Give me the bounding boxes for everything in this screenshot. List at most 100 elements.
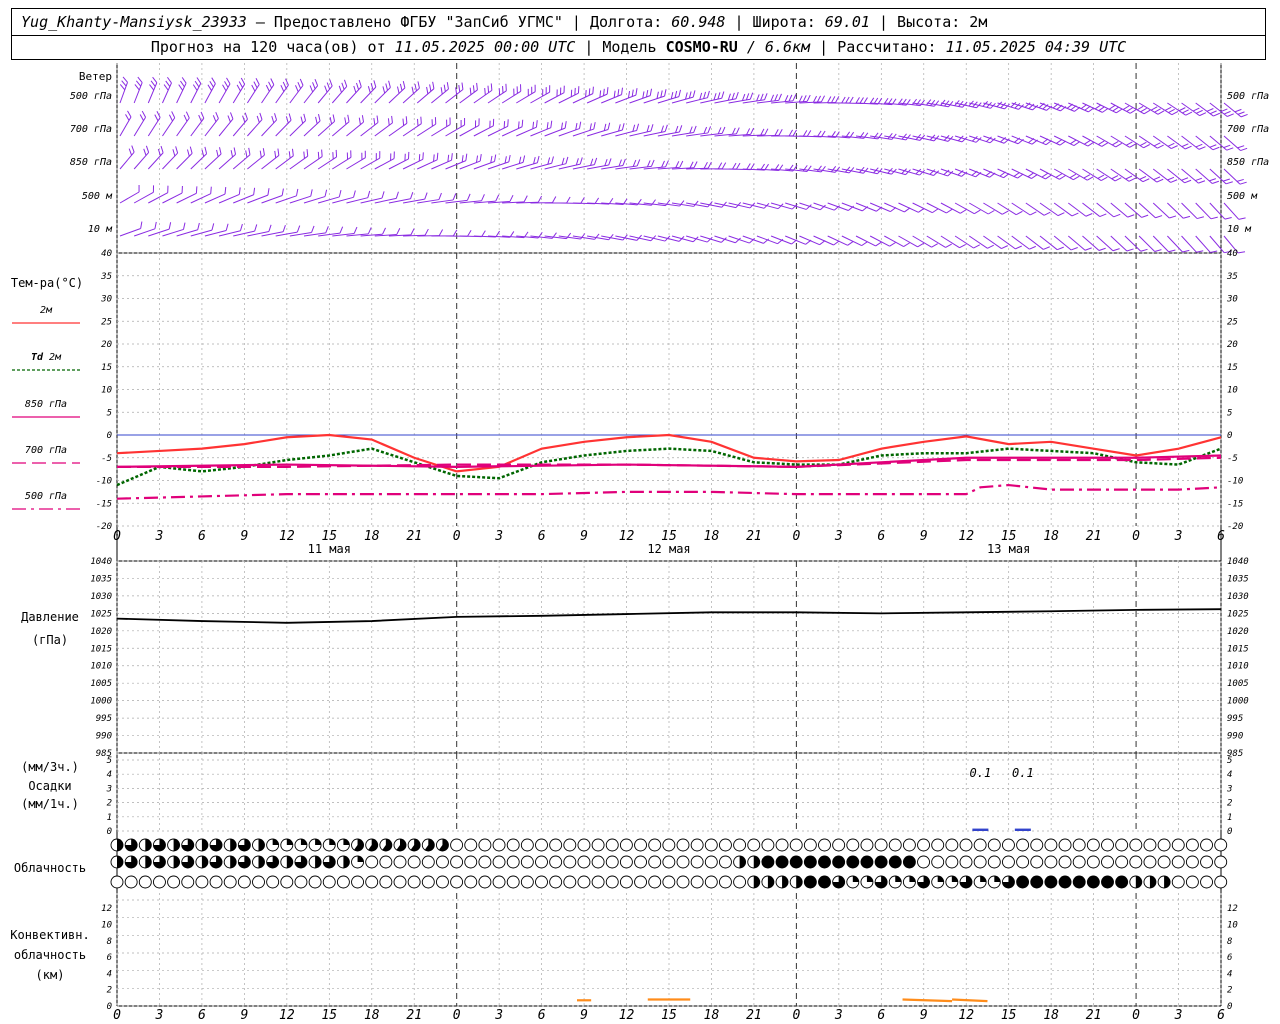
wind-barb-shaft: [176, 82, 187, 104]
wind-barb-flag: [353, 226, 358, 234]
wind-barb-flag: [1115, 142, 1123, 148]
wind-barb-flag: [211, 77, 216, 84]
wind-barb-flag: [1196, 109, 1203, 114]
cloud-cover-fill: [1073, 876, 1086, 888]
wind-barb-flag: [426, 86, 429, 94]
cloud-cover-circle: [450, 875, 464, 889]
wind-barb-shaft: [204, 83, 216, 104]
wind-barb-flag: [973, 244, 980, 249]
cloud-cover-circle: [690, 855, 704, 869]
wind-barb-flag: [1116, 108, 1123, 114]
x-hour-label: 6: [1217, 529, 1225, 544]
x-hour-label: 6: [538, 529, 546, 544]
cloud-cover-fill: [846, 856, 859, 868]
temperature-ytick-left: 40: [101, 249, 112, 259]
wind-barb-flag: [1183, 215, 1191, 219]
cloud-cover-circle: [577, 875, 591, 889]
wind-barb-shaft: [147, 82, 158, 104]
wind-barb-flag: [461, 155, 464, 163]
cloud-cover-fill: [937, 876, 944, 882]
wind-barb-flag: [689, 161, 694, 169]
wind-barb-flag: [432, 81, 435, 89]
wind-barb-flag: [1139, 175, 1147, 180]
cloud-cover-fill: [739, 856, 746, 868]
wind-barb-shaft: [388, 122, 408, 137]
cloud-cover-circle: [634, 855, 647, 869]
cloud-cover-circle: [492, 855, 506, 869]
wind-barb-flag: [735, 91, 739, 99]
wind-barb-flag: [650, 124, 654, 132]
x-hour-label: 0: [792, 1008, 800, 1023]
wind-barb-shaft: [1011, 235, 1030, 250]
cloud-cover-circle: [280, 875, 294, 889]
wind-barb-flag: [575, 122, 578, 131]
cloud-cover-fill: [145, 839, 152, 851]
wind-barb-flag: [128, 148, 133, 156]
pressure-ytick-left: 1010: [90, 662, 112, 672]
cloud-cover-fill: [767, 876, 774, 888]
wind-barb-flag: [674, 90, 678, 98]
wind-barb-flag: [211, 223, 215, 231]
cloud-cover-circle: [733, 838, 747, 852]
x-hour-label: 9: [580, 1008, 588, 1023]
wind-barb-flag: [551, 156, 554, 164]
wind-barb-flag: [679, 160, 684, 168]
wind-barb-flag: [1239, 181, 1247, 185]
cloud-cover-circle: [803, 838, 817, 852]
x-hour-label: 18: [1043, 1008, 1059, 1023]
meteogram: 0.1 0.1 Ветер Тем-ра(°C) Давление (гПа) (…: [10, 63, 1269, 1023]
pressure-ytick-right: 1005: [1227, 679, 1249, 689]
wind-barb-flag: [1070, 139, 1077, 145]
cloud-cover-circle: [719, 838, 732, 852]
cloud-cover-fill: [329, 839, 336, 845]
wind-level-label-right: 10 м: [1227, 224, 1252, 235]
pressure-ytick-left: 1020: [90, 627, 112, 637]
wind-barb-flag: [197, 222, 200, 230]
cloud-cover-circle: [1171, 875, 1185, 889]
wind-barb-flag: [248, 147, 251, 155]
wind-barb-flag: [253, 187, 256, 195]
cloud-cover-fill: [1164, 876, 1171, 888]
x-hour-label: 15: [661, 1008, 677, 1023]
wind-barb-flag: [433, 154, 435, 162]
wind-barb-shaft: [119, 151, 135, 170]
cloud-cover-circle: [266, 875, 280, 889]
cloud-cover-circle: [535, 855, 548, 869]
wind-barb-flag: [606, 87, 609, 95]
wind-barb-flag: [196, 77, 202, 84]
wind-barb-flag: [291, 148, 294, 156]
cloud-cover-circle: [917, 838, 930, 852]
cloud-cover-fill: [173, 856, 180, 868]
wind-barb-flag: [670, 92, 674, 100]
lat-value: 69.01: [824, 13, 870, 31]
cloud-cover-fill: [1030, 876, 1043, 888]
wind-barb-flag: [329, 79, 333, 87]
wind-barb-flag: [1108, 104, 1116, 110]
wind-barb-flag: [1199, 112, 1207, 117]
cloud-cover-circle: [365, 875, 379, 889]
wind-barb-flag: [210, 186, 212, 194]
cloud-cover-circle: [704, 875, 718, 889]
wind-barb-flag: [1142, 178, 1150, 183]
wind-barb-shaft: [261, 155, 280, 170]
wind-barb-flag: [635, 88, 638, 96]
wind-barb-flag: [181, 77, 187, 84]
wind-barb-flag: [533, 156, 536, 165]
wind-barb-flag: [1057, 212, 1065, 217]
wind-barb-flag: [141, 110, 147, 118]
convective-ytick-right: 10: [1227, 920, 1238, 930]
wind-barb-flag: [770, 94, 775, 102]
cloud-cover-fill: [753, 876, 760, 888]
wind-barb-flag: [361, 115, 365, 123]
wind-barb-flag: [154, 114, 159, 122]
x-hour-label: 18: [364, 1008, 380, 1023]
wind-barb-shaft: [1068, 202, 1087, 217]
temperature-ytick-left: 35: [100, 272, 112, 282]
cloud-cover-fill: [796, 876, 803, 888]
x-hour-label: 0: [113, 529, 121, 544]
wind-barb-flag: [1171, 145, 1178, 150]
wind-barb-flag: [1156, 178, 1164, 183]
cloud-cover-fill: [782, 876, 789, 888]
wind-barb-shaft: [1039, 202, 1059, 217]
x-hour-label: 15: [1001, 1008, 1017, 1023]
